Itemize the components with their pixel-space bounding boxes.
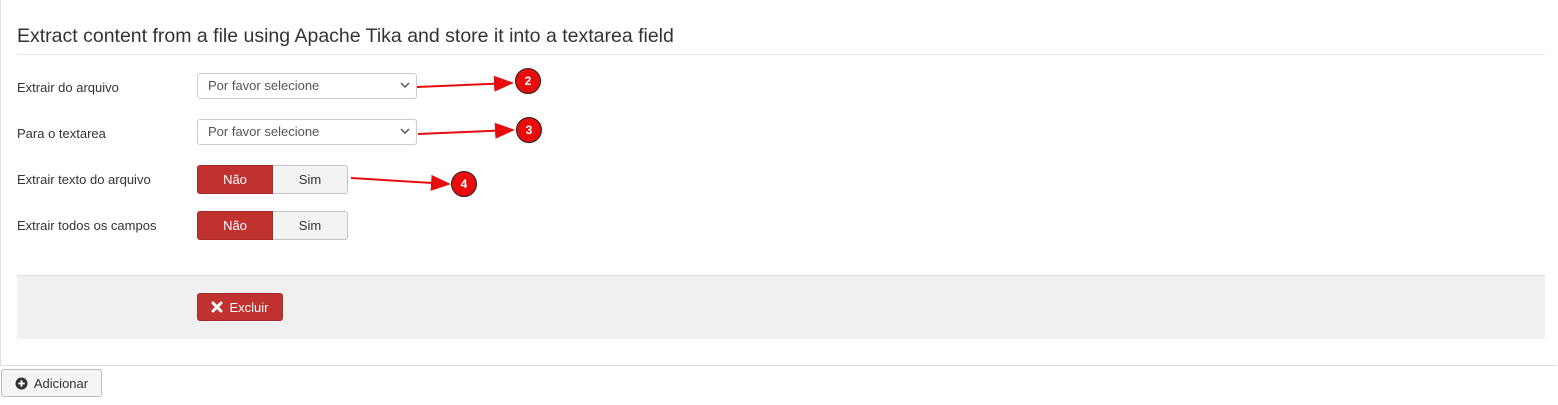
annotation-arrow: [417, 122, 515, 139]
annotation-badge-3: 3: [516, 117, 542, 143]
annotation-arrow: [350, 174, 451, 191]
annotation-arrows: [350, 75, 515, 191]
annotation-arrow: [416, 75, 514, 92]
annotation-badge-2: 2: [515, 68, 541, 94]
annotation-badge-4: 4: [451, 171, 477, 197]
